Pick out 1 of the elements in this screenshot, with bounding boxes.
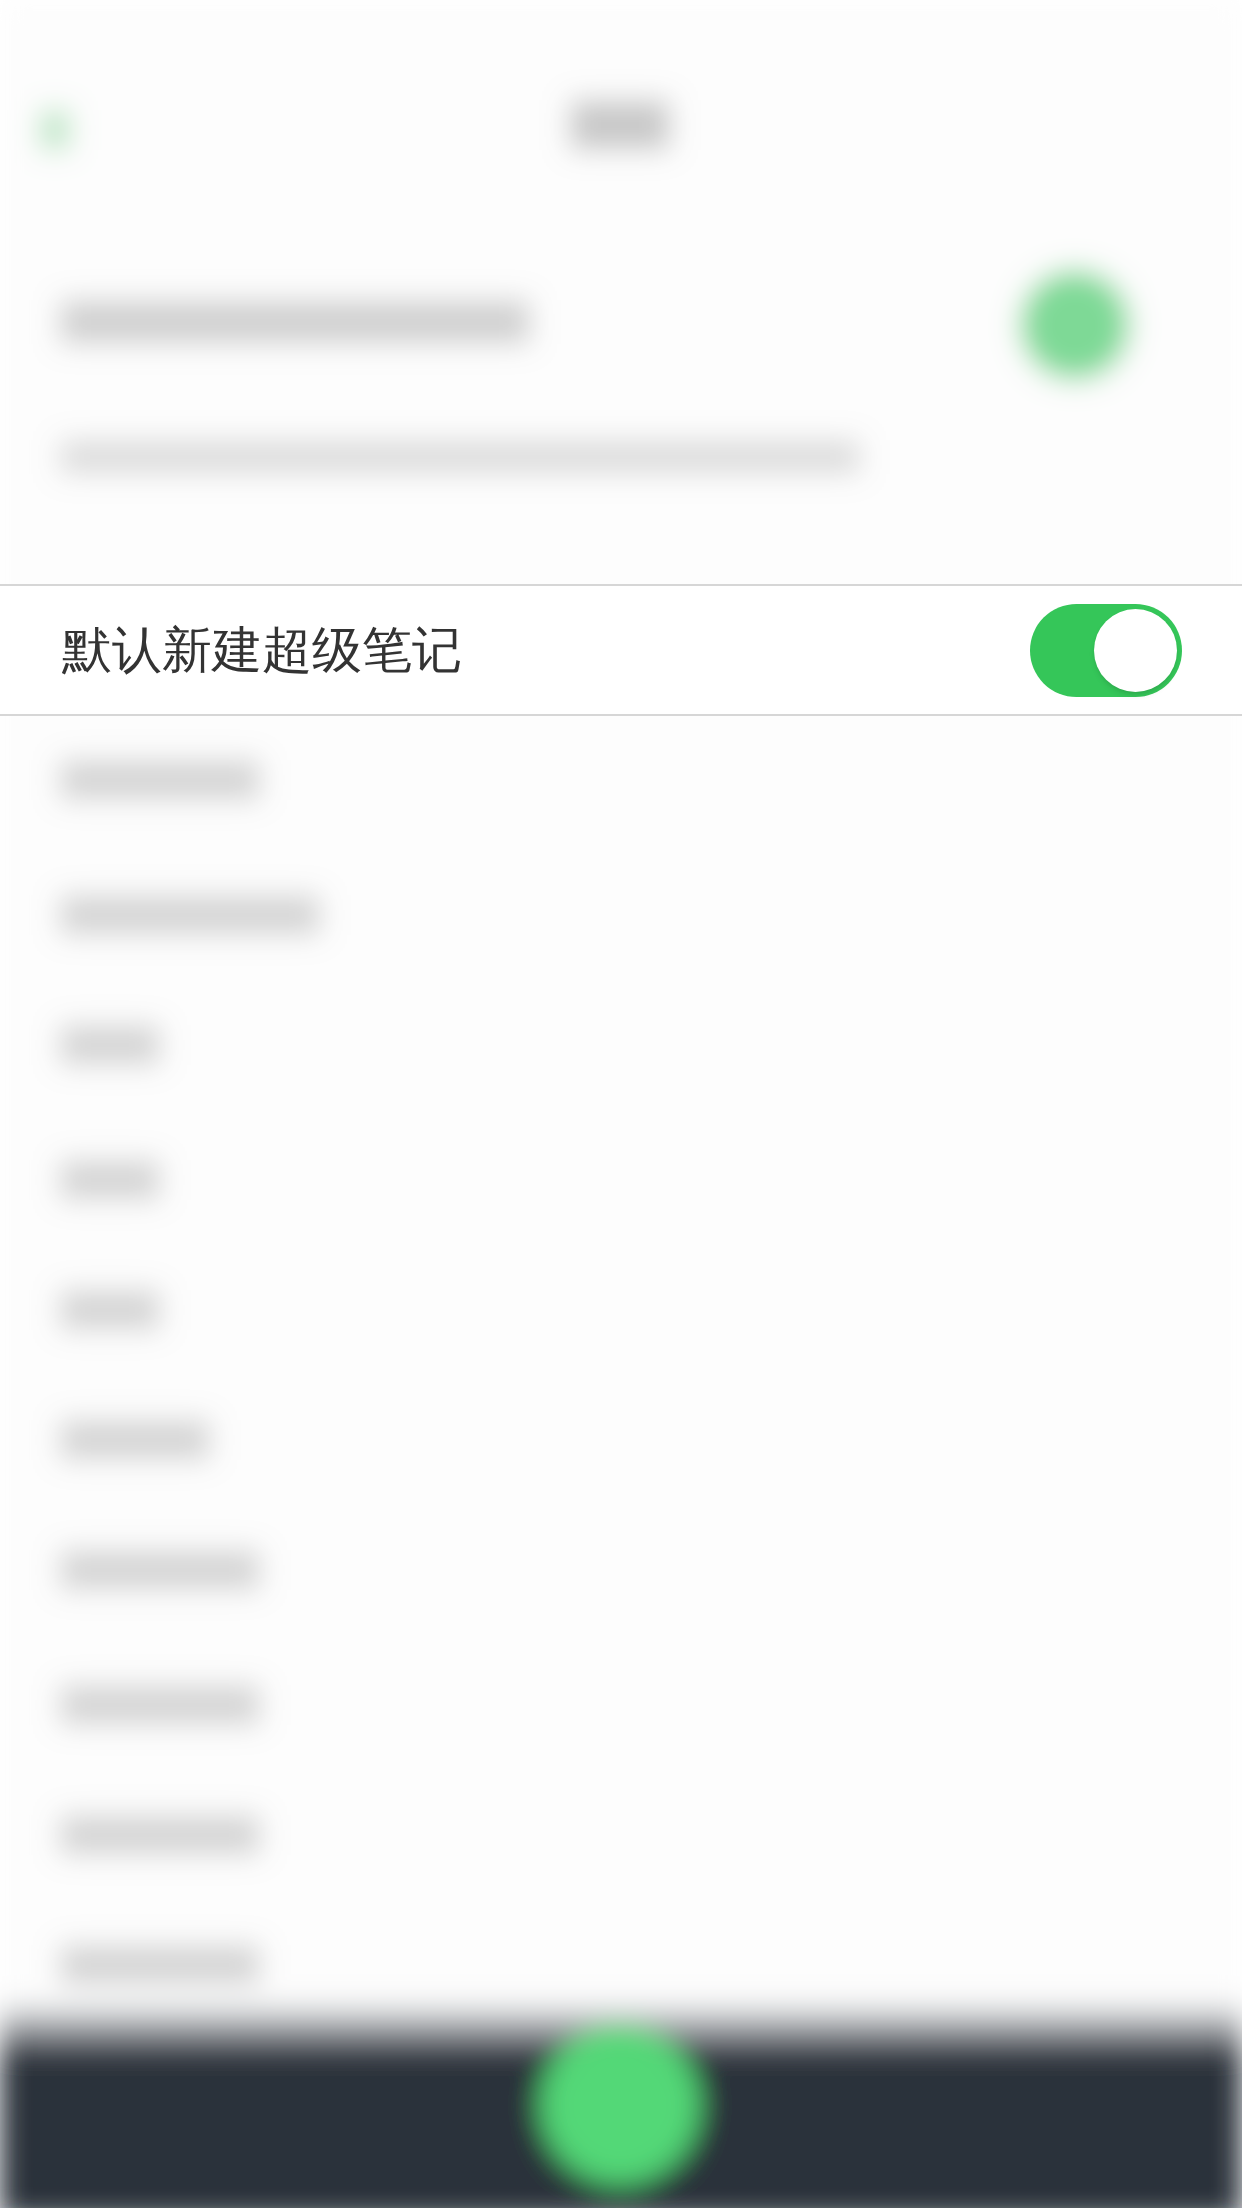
setting-label: 默认新建超级笔记 <box>62 620 462 680</box>
